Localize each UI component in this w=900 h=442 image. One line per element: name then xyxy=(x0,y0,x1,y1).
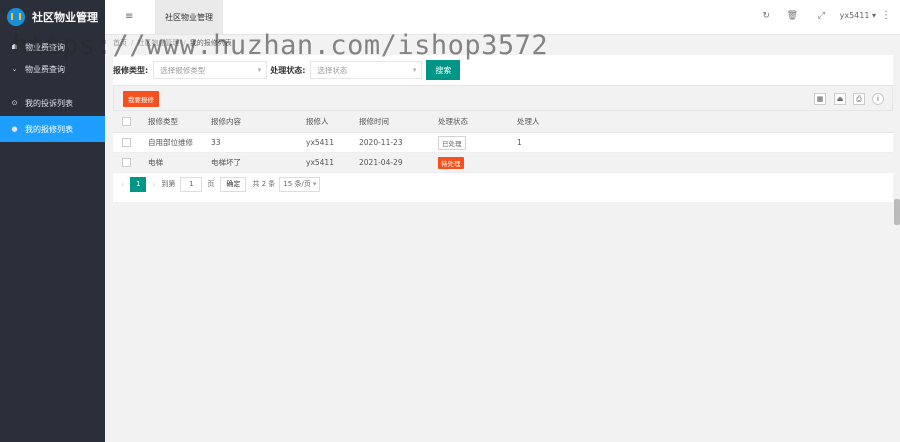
print-icon[interactable]: ⎙ xyxy=(853,93,865,105)
page-current[interactable]: 1 xyxy=(130,176,147,192)
circle-icon: ⊙ xyxy=(11,99,18,107)
cell-person: yx5411 xyxy=(306,158,334,167)
table-toolbar: 我要报修 ▦ ⏏ ⎙ i xyxy=(113,85,893,111)
row-checkbox[interactable] xyxy=(122,158,131,167)
chevron-down-icon: ▾ xyxy=(412,66,417,74)
columns-icon[interactable]: ▦ xyxy=(814,93,826,105)
chevron-down-icon: ▾ xyxy=(312,180,317,188)
cell-time: 2021-04-29 xyxy=(359,158,403,167)
more-icon[interactable]: ⋮ xyxy=(881,10,891,21)
select-all-checkbox[interactable] xyxy=(122,117,131,126)
top-header: ≡ 社区物业管理 ↻ 🗑 ⤢ yx5411 ▾ ⋮ xyxy=(105,0,900,35)
breadcrumb-section[interactable]: 社区物业管理 xyxy=(137,39,179,47)
cell-handler: 1 xyxy=(517,138,522,147)
breadcrumb-home[interactable]: 首页 xyxy=(113,39,127,47)
menu-toggle-icon[interactable]: ≡ xyxy=(125,11,133,22)
table-header: 报修类型 报修内容 报修人 报修时间 处理状态 处理人 xyxy=(113,111,893,133)
dashboard-icon: ☗ xyxy=(11,43,18,51)
sidebar-item-label: 我的报修列表 xyxy=(25,124,73,134)
prev-page-icon[interactable]: ‹ xyxy=(121,180,124,189)
cell-person: yx5411 xyxy=(306,138,334,147)
status-badge: 待处理 xyxy=(438,156,464,169)
breadcrumb: 首页 / 社区物业管理 / 我的报修列表 xyxy=(113,39,232,47)
cell-time: 2020-11-23 xyxy=(359,138,403,147)
col-type[interactable]: 报修类型 xyxy=(148,111,178,132)
type-filter-label: 报修类型: xyxy=(113,65,149,75)
page-input[interactable]: 1 xyxy=(180,176,203,192)
filter-bar: 报修类型: 选择报修类型 ▾ 处理状态: 选择状态 ▾ 搜索 xyxy=(113,60,461,80)
sidebar-item-complaints[interactable]: ⊙ 我的投诉列表 xyxy=(0,90,105,116)
row-checkbox[interactable] xyxy=(122,138,131,147)
cell-content: 电梯坏了 xyxy=(211,158,241,167)
table-row[interactable]: 自用部位维修 33 yx5411 2020-11-23 已处理 1 xyxy=(113,133,893,153)
status-select[interactable]: 选择状态 ▾ xyxy=(310,61,423,79)
scrollbar-handle[interactable] xyxy=(894,199,900,225)
next-page-icon[interactable]: › xyxy=(152,180,155,189)
type-select[interactable]: 选择报修类型 ▾ xyxy=(153,61,268,79)
col-time[interactable]: 报修时间 xyxy=(359,111,389,132)
sidebar-item-fee-query-2[interactable]: ⌄ 物业费查询 xyxy=(0,56,105,82)
pagination: ‹ 1 › 到第 1 页 确定 共 2 条 15 条/页 ▾ xyxy=(113,174,893,194)
goto-confirm-button[interactable]: 确定 xyxy=(220,176,247,192)
chevron-down-icon: ⌄ xyxy=(11,65,18,73)
col-status[interactable]: 处理状态 xyxy=(438,111,468,132)
chevron-down-icon: ▾ xyxy=(257,66,262,74)
tab-label: 社区物业管理 xyxy=(165,12,213,22)
cell-content: 33 xyxy=(211,138,221,147)
cell-type: 自用部位维修 xyxy=(148,138,193,147)
goto-label: 到第 xyxy=(161,180,176,188)
search-button[interactable]: 搜索 xyxy=(426,60,461,80)
add-repair-button[interactable]: 我要报修 xyxy=(123,91,159,107)
app-logo: 社区物业管理 xyxy=(0,0,105,34)
trash-icon[interactable]: 🗑 xyxy=(787,11,798,21)
sidebar-item-label: 物业费查询 xyxy=(25,42,65,52)
fullscreen-icon[interactable]: ⤢ xyxy=(818,11,825,21)
refresh-icon[interactable]: ↻ xyxy=(762,11,770,21)
sidebar-item-label: 物业费查询 xyxy=(25,64,65,74)
cell-type: 电梯 xyxy=(148,158,163,167)
export-icon[interactable]: ⏏ xyxy=(834,93,846,105)
status-filter-label: 处理状态: xyxy=(270,65,306,75)
sidebar-item-repairs[interactable]: ● 我的报修列表 xyxy=(0,116,105,142)
logo-icon xyxy=(7,8,25,26)
col-person[interactable]: 报修人 xyxy=(306,111,329,132)
table-row[interactable]: 电梯 电梯坏了 yx5411 2021-04-29 待处理 xyxy=(113,153,893,173)
breadcrumb-current: 我的报修列表 xyxy=(189,39,232,47)
status-badge: 已处理 xyxy=(438,135,466,150)
col-content[interactable]: 报修内容 xyxy=(211,111,241,132)
info-icon[interactable]: i xyxy=(872,93,884,105)
dot-icon: ● xyxy=(11,125,18,133)
tab-home[interactable]: 社区物业管理 xyxy=(155,0,223,34)
per-page-select[interactable]: 15 条/页 ▾ xyxy=(279,176,321,192)
total-count: 共 2 条 xyxy=(252,180,276,188)
content-panel: 报修类型: 选择报修类型 ▾ 处理状态: 选择状态 ▾ 搜索 我要报修 ▦ ⏏ … xyxy=(113,55,893,202)
page-unit-label: 页 xyxy=(207,180,215,188)
sidebar: 社区物业管理 ☗ 物业费查询 ⌄ 物业费查询 ⊙ 我的投诉列表 ● 我的报修列表 xyxy=(0,0,105,442)
col-handler[interactable]: 处理人 xyxy=(517,111,540,132)
app-title: 社区物业管理 xyxy=(32,11,98,24)
sidebar-item-label: 我的投诉列表 xyxy=(25,98,73,108)
user-menu[interactable]: yx5411 ▾ xyxy=(840,11,876,20)
